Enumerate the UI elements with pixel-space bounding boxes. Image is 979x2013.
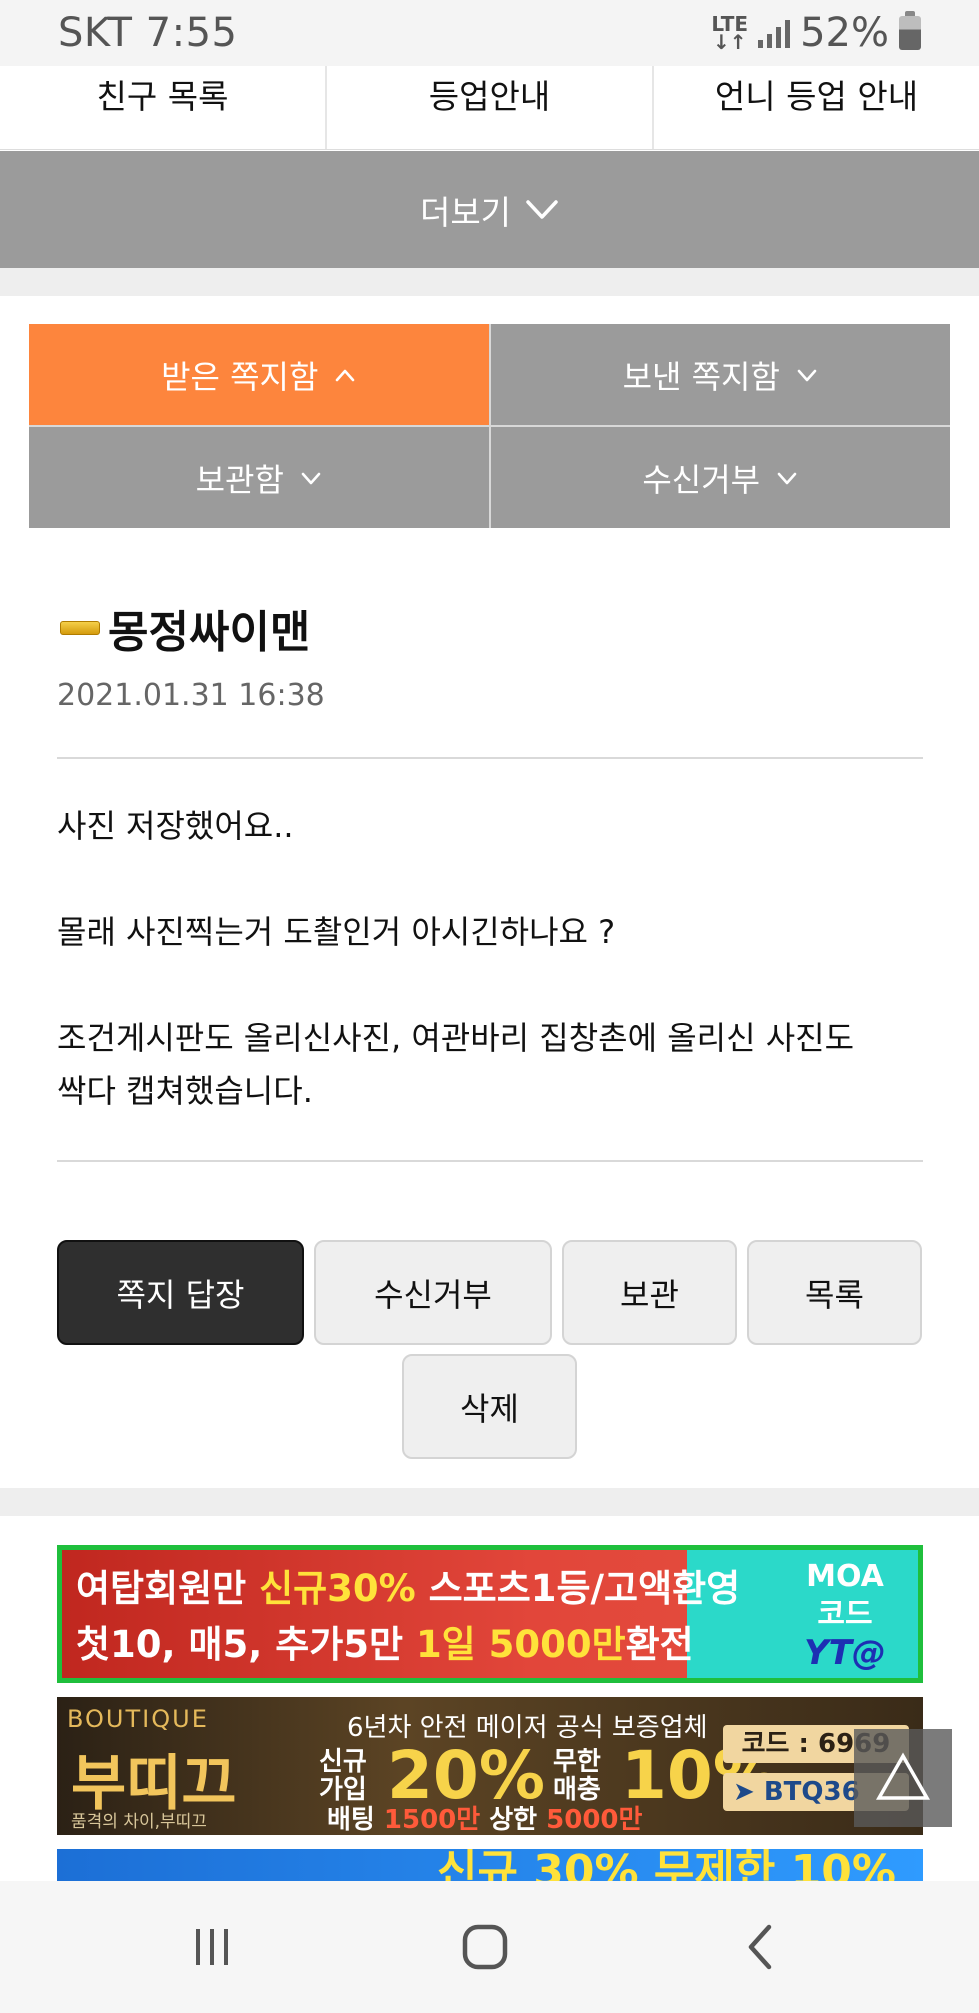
more-button[interactable]: 더보기 — [0, 151, 979, 268]
ad-banner-third[interactable]: 신규 30% 무제한 10% — [57, 1849, 923, 1881]
divider — [57, 1160, 923, 1162]
home-button[interactable] — [455, 1919, 515, 1975]
message-line: 싹다 캡쳐했습니다. — [57, 1072, 313, 1110]
tab-blocked[interactable]: 수신거부 — [490, 427, 950, 528]
battery-icon — [899, 11, 921, 50]
level-badge-icon — [60, 621, 100, 635]
sender-name[interactable]: 몽정싸이맨 — [108, 596, 310, 660]
banner-logo-top: BOUTIQUE — [67, 1705, 209, 1733]
status-bar: SKT 7:55 LTE ↓↑ 52% — [0, 0, 979, 66]
banner-line: 첫10, 매5, 추가5만 1일 5000만환전 — [76, 1623, 694, 1666]
mailbox-tabs: 받은 쪽지함 보낸 쪽지함 보관함 수신거부 — [29, 324, 950, 528]
archive-button[interactable]: 보관 — [562, 1240, 737, 1345]
message-date: 2021.01.31 16:38 — [57, 678, 325, 713]
telegram-icon: ➤ — [733, 1777, 764, 1807]
more-button-label: 더보기 — [419, 192, 512, 232]
menu-level-up-guide[interactable]: 등업안내 — [327, 66, 654, 149]
section-divider — [0, 268, 979, 296]
tab-label: 보낸 쪽지함 — [622, 357, 780, 396]
tab-label: 보관함 — [195, 460, 284, 499]
banner-line: 여탑회원만 신규30% 스포츠1등/고액환영 — [76, 1567, 741, 1610]
triangle-up-icon — [875, 1752, 931, 1800]
menu-sister-level-up-guide[interactable]: 언니 등업 안내 — [654, 66, 979, 149]
message-line: 몰래 사진찍는거 도촬인거 아시긴하나요 ? — [57, 913, 616, 951]
recent-apps-icon — [196, 1929, 228, 1965]
banner-line: 신규 30% 무제한 10% — [437, 1849, 896, 1881]
chevron-down-icon — [526, 199, 558, 219]
chevron-down-icon — [301, 472, 321, 484]
ad-banner-boutique[interactable]: BOUTIQUE 부띠끄 품격의 차이,부띠끄 6년차 안전 메이저 공식 보증… — [57, 1697, 923, 1835]
battery-percent: 52% — [800, 10, 889, 56]
chevron-down-icon — [797, 369, 817, 381]
section-divider — [0, 1488, 979, 1516]
chevron-down-icon — [777, 472, 797, 484]
block-button[interactable]: 수신거부 — [314, 1240, 552, 1345]
delete-button[interactable]: 삭제 — [402, 1354, 577, 1459]
scroll-to-top-button[interactable] — [854, 1729, 952, 1827]
list-button[interactable]: 목록 — [747, 1240, 922, 1345]
tab-inbox[interactable]: 받은 쪽지함 — [29, 324, 489, 425]
back-icon — [748, 1924, 772, 1970]
recent-apps-button[interactable] — [182, 1919, 242, 1975]
back-button[interactable] — [730, 1919, 790, 1975]
tab-sent[interactable]: 보낸 쪽지함 — [490, 324, 950, 425]
banner-logo-sub: 품격의 차이,부띠끄 — [71, 1812, 207, 1832]
message-sender[interactable]: 몽정싸이맨 — [60, 596, 310, 660]
message-body: 사진 저장했어요.. 몰래 사진찍는거 도촬인거 아시긴하나요 ? 조건게시판도… — [57, 800, 927, 1118]
status-icons: LTE ↓↑ 52% — [711, 10, 921, 56]
tab-label: 수신거부 — [642, 460, 761, 499]
ad-banner-moa[interactable]: 여탑회원만 신규30% 스포츠1등/고액환영 첫10, 매5, 추가5만 1일 … — [57, 1545, 923, 1683]
tab-label: 받은 쪽지함 — [161, 357, 319, 396]
top-menu: 친구 목록 등업안내 언니 등업 안내 — [0, 66, 979, 150]
chevron-up-icon — [336, 369, 355, 381]
system-nav-bar — [0, 1881, 979, 2013]
banner-bet-limits: 배팅 1500만 상한 5000만 — [327, 1805, 643, 1835]
reply-button[interactable]: 쪽지 답장 — [57, 1240, 304, 1345]
message-line: 조건게시판도 올리신사진, 여관바리 집창촌에 올리신 사진도 — [57, 1019, 855, 1057]
divider — [57, 757, 923, 759]
message-line: 사진 저장했어요.. — [57, 807, 294, 845]
lte-icon: LTE ↓↑ — [711, 12, 749, 54]
carrier-time: SKT 7:55 — [58, 10, 238, 56]
signal-icon — [758, 18, 791, 48]
banner-brand: MOA 코드 YT@ — [804, 1559, 886, 1673]
tab-archive[interactable]: 보관함 — [29, 427, 489, 528]
menu-friends-list[interactable]: 친구 목록 — [0, 66, 327, 149]
home-icon — [462, 1924, 508, 1970]
